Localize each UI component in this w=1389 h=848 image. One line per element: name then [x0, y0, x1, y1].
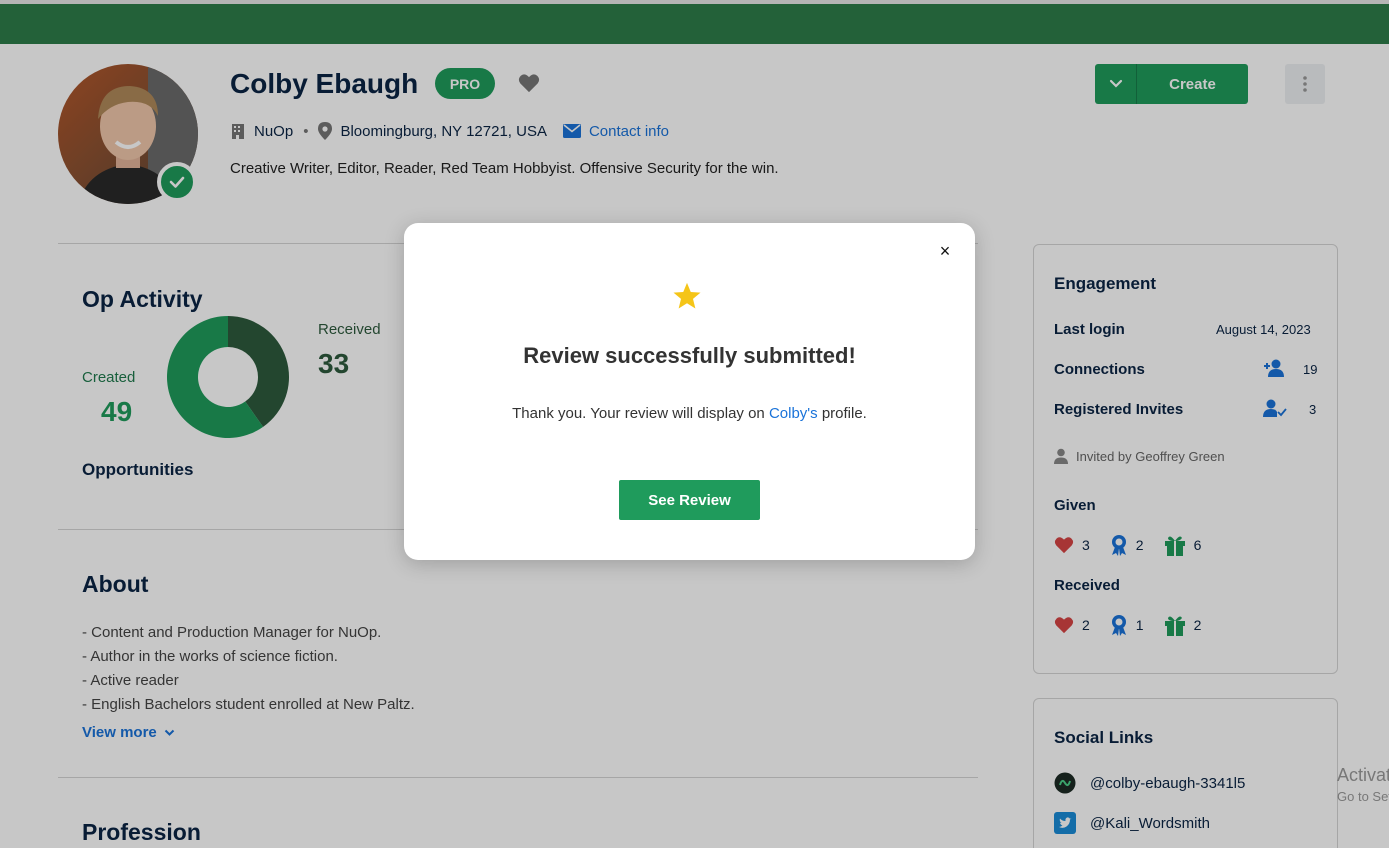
close-icon[interactable]: × — [935, 241, 955, 261]
modal-message: Thank you. Your review will display on C… — [404, 405, 975, 422]
modal-message-suffix: profile. — [817, 405, 867, 422]
star-icon — [673, 282, 701, 309]
modal-title: Review successfully submitted! — [523, 343, 856, 368]
modal-message-prefix: Thank you. Your review will display on — [512, 405, 769, 422]
see-review-button[interactable]: See Review — [619, 480, 760, 520]
profile-link[interactable]: Colby's — [769, 405, 818, 422]
review-success-modal: × Review successfully submitted! Thank y… — [404, 223, 975, 560]
